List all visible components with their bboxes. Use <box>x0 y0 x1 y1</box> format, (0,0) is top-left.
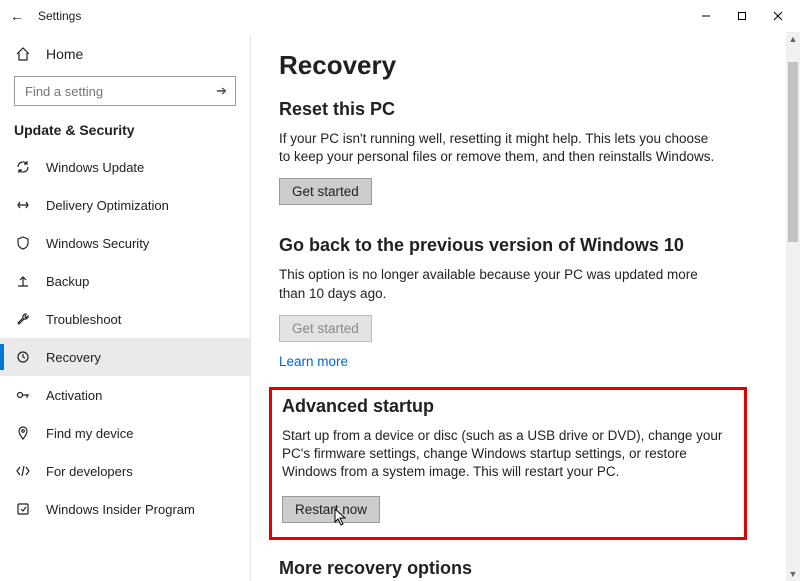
sidebar-item-windows-update[interactable]: Windows Update <box>0 148 250 186</box>
sidebar-item-find-my-device[interactable]: Find my device <box>0 414 250 452</box>
scrollbar-down-arrow[interactable]: ▼ <box>786 567 800 581</box>
maximize-button[interactable] <box>724 3 760 29</box>
advanced-startup-highlight: Advanced startup Start up from a device … <box>269 387 747 540</box>
advanced-body: Start up from a device or disc (such as … <box>282 427 734 482</box>
goback-heading: Go back to the previous version of Windo… <box>279 235 772 256</box>
restart-now-button[interactable]: Restart now <box>282 496 380 523</box>
delivery-icon <box>14 197 32 213</box>
wrench-icon <box>14 311 32 327</box>
sidebar-item-label: Windows Insider Program <box>46 502 195 517</box>
goback-get-started-button: Get started <box>279 315 372 342</box>
page-title: Recovery <box>279 50 772 81</box>
back-icon[interactable]: ← <box>10 8 24 24</box>
recovery-icon <box>14 349 32 365</box>
reset-body: If your PC isn't running well, resetting… <box>279 130 719 166</box>
sidebar-item-label: Troubleshoot <box>46 312 121 327</box>
sidebar-item-label: Backup <box>46 274 89 289</box>
titlebar: ← Settings <box>0 0 800 32</box>
sidebar-item-label: Activation <box>46 388 102 403</box>
search-input[interactable] <box>23 83 216 100</box>
goback-body: This option is no longer available becau… <box>279 266 719 302</box>
sidebar-item-label: Windows Update <box>46 160 144 175</box>
reset-get-started-button[interactable]: Get started <box>279 178 372 205</box>
backup-icon <box>14 273 32 289</box>
sidebar-item-troubleshoot[interactable]: Troubleshoot <box>0 300 250 338</box>
sidebar: Home ➔ Update & Security Windows Update … <box>0 32 250 581</box>
shield-icon <box>14 235 32 251</box>
app-title: Settings <box>38 9 81 23</box>
search-box[interactable]: ➔ <box>14 76 236 106</box>
more-recovery-heading: More recovery options <box>279 558 772 579</box>
sidebar-item-label: Find my device <box>46 426 133 441</box>
advanced-heading: Advanced startup <box>282 396 734 417</box>
sidebar-item-activation[interactable]: Activation <box>0 376 250 414</box>
sync-icon <box>14 159 32 175</box>
sidebar-item-label: For developers <box>46 464 133 479</box>
developers-icon <box>14 463 32 479</box>
minimize-button[interactable] <box>688 3 724 29</box>
sidebar-item-label: Delivery Optimization <box>46 198 169 213</box>
sidebar-item-recovery[interactable]: Recovery <box>0 338 250 376</box>
reset-heading: Reset this PC <box>279 99 772 120</box>
sidebar-item-backup[interactable]: Backup <box>0 262 250 300</box>
sidebar-item-for-developers[interactable]: For developers <box>0 452 250 490</box>
scrollbar-thumb[interactable] <box>788 62 798 242</box>
sidebar-item-label: Windows Security <box>46 236 149 251</box>
sidebar-section-title: Update & Security <box>0 116 250 148</box>
insider-icon <box>14 501 32 517</box>
close-button[interactable] <box>760 3 796 29</box>
sidebar-home-label: Home <box>46 46 83 62</box>
content-pane: ▲ ▼ Recovery Reset this PC If your PC is… <box>250 32 800 581</box>
sidebar-item-windows-security[interactable]: Windows Security <box>0 224 250 262</box>
learn-more-link[interactable]: Learn more <box>279 354 348 369</box>
sidebar-item-windows-insider[interactable]: Windows Insider Program <box>0 490 250 528</box>
sidebar-item-label: Recovery <box>46 350 101 365</box>
sidebar-home[interactable]: Home <box>0 38 250 70</box>
scrollbar[interactable]: ▲ ▼ <box>786 32 800 581</box>
sidebar-item-delivery-optimization[interactable]: Delivery Optimization <box>0 186 250 224</box>
location-icon <box>14 425 32 441</box>
search-icon: ➔ <box>216 83 227 99</box>
key-icon <box>14 387 32 403</box>
scrollbar-up-arrow[interactable]: ▲ <box>786 32 800 46</box>
sidebar-nav-list: Windows Update Delivery Optimization Win… <box>0 148 250 528</box>
home-icon <box>14 46 32 62</box>
